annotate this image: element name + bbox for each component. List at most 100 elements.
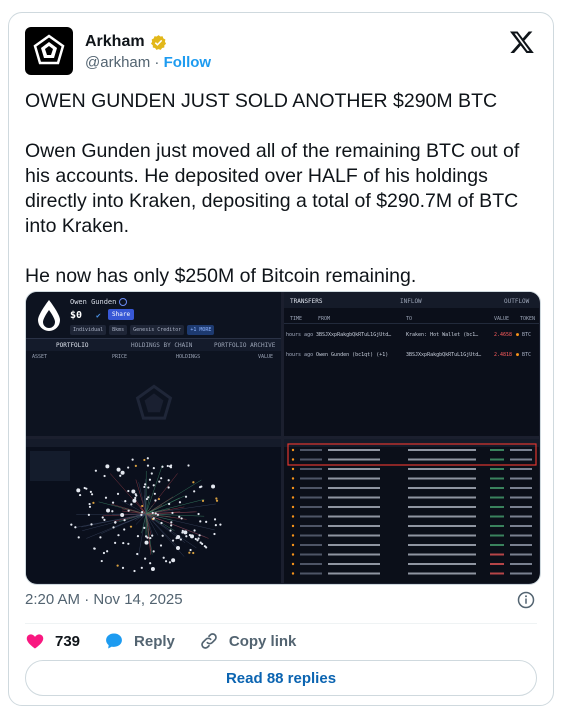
info-icon[interactable] [517,591,535,609]
graph-node[interactable] [161,465,164,468]
graph-node[interactable] [102,551,106,555]
graph-node[interactable] [167,479,170,482]
graph-node[interactable] [185,535,188,538]
graph-node[interactable] [70,523,73,526]
graph-node[interactable] [90,493,94,496]
graph-node[interactable] [90,523,93,526]
graph-node[interactable] [168,502,171,506]
graph-node[interactable] [127,466,130,469]
graph-node[interactable] [199,520,202,523]
graph-node[interactable] [83,486,86,490]
graph-node[interactable] [178,501,182,504]
table-row[interactable] [291,505,532,509]
graph-node[interactable] [201,499,205,502]
tag-bkms[interactable]: Bkms [109,325,128,335]
graph-node[interactable] [169,529,172,532]
graph-node[interactable] [129,525,133,528]
graph-node[interactable] [112,526,115,529]
graph-node[interactable] [130,503,133,506]
graph-node[interactable] [189,548,192,552]
author-handle[interactable]: @arkham [85,54,150,71]
visualizer-graph-panel[interactable] [26,439,281,583]
table-row[interactable] [291,543,532,547]
graph-node[interactable] [116,492,120,495]
read-replies-button[interactable]: Read 88 replies [25,660,537,696]
graph-node[interactable] [149,536,152,540]
graph-node[interactable] [141,511,144,514]
table-row[interactable] [291,553,532,556]
graph-node[interactable] [170,521,173,524]
graph-node[interactable] [200,485,203,488]
transfer-row[interactable]: hours ago Owen Gunden (bc1qt) (+1) 3BSJX… [284,352,539,364]
table-row[interactable] [291,515,532,518]
tab-portfolio-archive[interactable]: PORTFOLIO ARCHIVE [214,342,275,349]
graph-node[interactable] [171,539,175,542]
graph-node[interactable] [160,521,163,525]
graph-node[interactable] [179,538,182,541]
graph-node[interactable] [147,496,150,499]
graph-node[interactable] [152,550,155,553]
graph-node[interactable] [198,534,201,537]
graph-node[interactable] [119,474,122,477]
table-row[interactable] [291,572,532,575]
arkham-avatar[interactable] [25,27,73,75]
graph-node[interactable] [77,536,80,539]
graph-node[interactable] [101,516,104,519]
table-row[interactable] [291,477,532,480]
graph-node[interactable] [116,467,121,472]
graph-node[interactable] [213,532,216,536]
graph-node[interactable] [160,477,163,480]
twitter-link-icon[interactable]: ✔ [96,311,101,320]
graph-node[interactable] [127,489,130,493]
graph-node[interactable] [143,458,146,462]
graph-node[interactable] [157,497,161,501]
follow-button[interactable]: Follow [164,54,212,71]
graph-node[interactable] [149,562,152,565]
graph-node[interactable] [116,564,119,567]
graph-node[interactable] [106,550,109,553]
graph-node[interactable] [117,534,120,537]
graph-node[interactable] [144,557,147,560]
graph-node[interactable] [106,508,111,513]
graph-node[interactable] [215,499,219,502]
graph-node[interactable] [154,499,157,502]
graph-node[interactable] [146,464,150,467]
graph-node[interactable] [120,512,125,517]
graph-node[interactable] [205,520,208,523]
tab-holdings-by-chain[interactable]: HOLDINGS BY CHAIN [131,342,192,349]
graph-node[interactable] [103,474,106,478]
transfer-row[interactable]: hours ago 3BSJXxpRakgbQkRTuL1GjUtd… Krak… [284,332,539,344]
tag-individual[interactable]: Individual [70,325,107,335]
media-grid[interactable]: Owen Gunden $0 ✔ Share Individual Bkms G… [25,291,541,585]
tab-outflow[interactable]: OUTFLOW [504,298,529,305]
graph-node[interactable] [111,510,114,513]
graph-node[interactable] [183,530,188,535]
graph-node[interactable] [114,521,117,524]
graph-node[interactable] [131,489,136,494]
graph-node[interactable] [147,486,150,489]
graph-node[interactable] [127,509,130,512]
tag-more[interactable]: +1 MORE [187,325,215,335]
graph-node[interactable] [161,534,164,537]
graph-node[interactable] [127,542,130,545]
transfers-table[interactable] [284,439,539,583]
graph-node[interactable] [154,512,157,515]
graph-node[interactable] [123,528,126,531]
graph-node[interactable] [192,481,195,484]
tab-portfolio[interactable]: PORTFOLIO [56,342,89,349]
graph-node[interactable] [166,464,169,468]
graph-node[interactable] [134,464,137,467]
graph-node[interactable] [76,488,80,491]
graph-node[interactable] [215,497,218,500]
graph-node[interactable] [171,511,174,515]
graph-node[interactable] [150,567,155,572]
graph-node[interactable] [190,534,195,539]
graph-node[interactable] [167,486,170,489]
graph-node[interactable] [170,524,173,527]
graph-node[interactable] [145,497,149,501]
graph-node[interactable] [93,547,96,550]
graph-node[interactable] [146,457,149,460]
graph-node[interactable] [135,494,138,497]
x-logo-icon[interactable] [509,29,535,55]
graph-node[interactable] [171,558,176,563]
